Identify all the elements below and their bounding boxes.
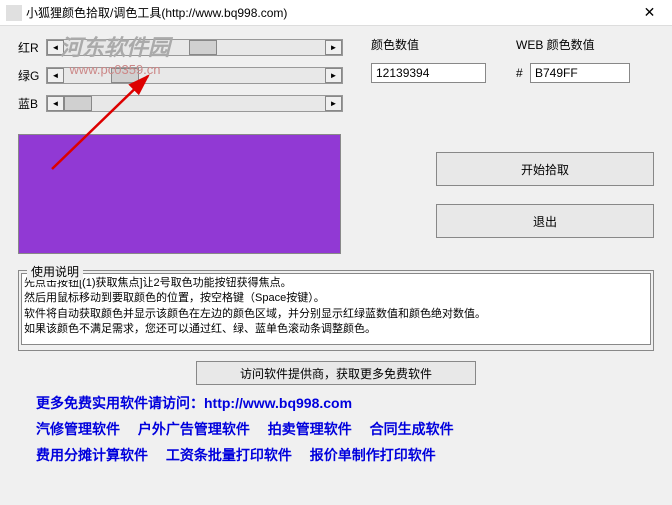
color-value-label: 颜色数值 [371, 36, 486, 53]
slider-red-thumb[interactable] [189, 40, 217, 55]
link-line-1: 更多免费实用软件请访问：http://www.bq998.com [36, 393, 654, 413]
slider-green-rail[interactable] [64, 68, 325, 83]
slider-right-arrow-icon[interactable]: ► [325, 68, 342, 83]
slider-blue-thumb[interactable] [64, 96, 92, 111]
link-quote[interactable]: 报价单制作打印软件 [310, 447, 436, 463]
close-button[interactable]: ✕ [627, 0, 672, 26]
link-line-1-text: 更多免费实用软件请访问： [36, 395, 204, 411]
slider-left-arrow-icon[interactable]: ◄ [47, 68, 64, 83]
titlebar: 小狐狸颜色拾取/调色工具(http://www.bq998.com) ✕ [0, 0, 672, 26]
web-value-row: # [516, 63, 630, 83]
link-line-3: 费用分摊计算软件 工资条批量打印软件 报价单制作打印软件 [36, 445, 654, 465]
link-auto-repair[interactable]: 汽修管理软件 [36, 421, 120, 437]
link-outdoor-ad[interactable]: 户外广告管理软件 [138, 421, 250, 437]
color-value-column: 颜色数值 [371, 36, 486, 83]
instructions-textarea[interactable]: 先点击按钮[(1)获取焦点]让2号取色功能按钮获得焦点。 然后用鼠标移动到要取颜… [21, 273, 651, 345]
content-area: 河东软件园 www.pc0359.cn 红R ◄ ► 绿G ◄ [0, 26, 672, 505]
slider-right-arrow-icon[interactable]: ► [325, 40, 342, 55]
slider-blue-label: 蓝B [18, 95, 46, 112]
links-area: 更多免费实用软件请访问：http://www.bq998.com 汽修管理软件 … [18, 393, 654, 465]
app-icon [6, 5, 22, 21]
color-preview [18, 134, 341, 254]
web-value-column: WEB 颜色数值 # [516, 36, 630, 83]
exit-button[interactable]: 退出 [436, 204, 654, 238]
link-payslip[interactable]: 工资条批量打印软件 [166, 447, 292, 463]
slider-red-rail[interactable] [64, 40, 325, 55]
slider-red: 红R ◄ ► [18, 36, 343, 58]
top-row: 红R ◄ ► 绿G ◄ ► [18, 36, 654, 120]
slider-left-arrow-icon[interactable]: ◄ [47, 96, 64, 111]
slider-blue-rail[interactable] [64, 96, 325, 111]
slider-blue-track[interactable]: ◄ ► [46, 95, 343, 112]
link-main-url[interactable]: http://www.bq998.com [204, 395, 352, 411]
titlebar-text: 小狐狸颜色拾取/调色工具(http://www.bq998.com) [26, 4, 627, 21]
slider-blue: 蓝B ◄ ► [18, 92, 343, 114]
slider-green: 绿G ◄ ► [18, 64, 343, 86]
slider-green-label: 绿G [18, 67, 46, 84]
color-value-input[interactable] [371, 63, 486, 83]
instructions-box: 使用说明 先点击按钮[(1)获取焦点]让2号取色功能按钮获得焦点。 然后用鼠标移… [18, 270, 654, 351]
visit-vendor-button[interactable]: 访问软件提供商，获取更多免费软件 [196, 361, 476, 385]
slider-right-arrow-icon[interactable]: ► [325, 96, 342, 111]
start-pick-button[interactable]: 开始拾取 [436, 152, 654, 186]
link-line-2: 汽修管理软件 户外广告管理软件 拍卖管理软件 合同生成软件 [36, 419, 654, 439]
instructions-legend: 使用说明 [27, 263, 83, 280]
button-column: 开始拾取 退出 [436, 134, 654, 254]
link-contract[interactable]: 合同生成软件 [370, 421, 454, 437]
link-auction[interactable]: 拍卖管理软件 [268, 421, 352, 437]
slider-column: 红R ◄ ► 绿G ◄ ► [18, 36, 343, 120]
mid-row: 开始拾取 退出 [18, 134, 654, 254]
hash-symbol: # [516, 66, 530, 80]
slider-green-thumb[interactable] [111, 68, 139, 83]
web-value-input[interactable] [530, 63, 630, 83]
slider-red-label: 红R [18, 39, 46, 56]
slider-left-arrow-icon[interactable]: ◄ [47, 40, 64, 55]
web-value-label: WEB 颜色数值 [516, 36, 630, 53]
slider-red-track[interactable]: ◄ ► [46, 39, 343, 56]
slider-green-track[interactable]: ◄ ► [46, 67, 343, 84]
link-cost-share[interactable]: 费用分摊计算软件 [36, 447, 148, 463]
